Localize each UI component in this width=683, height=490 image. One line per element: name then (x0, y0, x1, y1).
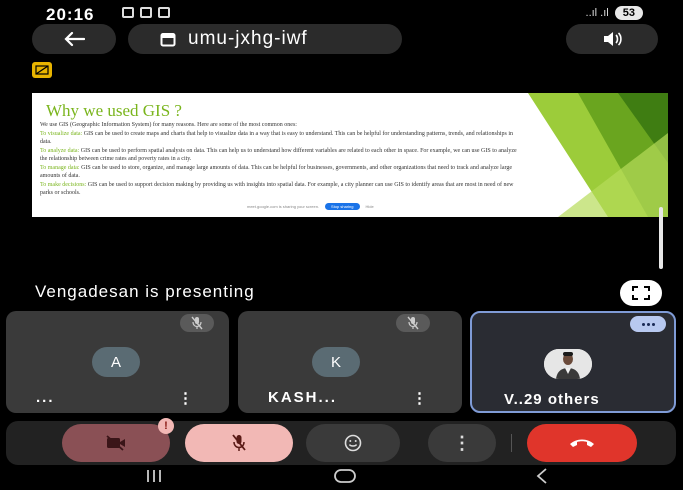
share-notice-text: meet.google.com is sharing your screen. (247, 204, 320, 209)
captions-off-icon (35, 65, 49, 75)
divider (511, 434, 512, 452)
more-participants-icon (630, 316, 666, 332)
notification-icons (122, 7, 170, 18)
call-end-icon (570, 439, 594, 447)
avatar: A (92, 347, 140, 377)
slide-point-text: GIS can be used to create maps and chart… (40, 130, 514, 146)
more-options-button[interactable]: ⋮ (428, 424, 496, 462)
mic-off-icon (407, 316, 419, 330)
calendar-icon (160, 33, 176, 47)
scroll-handle[interactable] (659, 207, 663, 269)
status-bar: 20:16 ..ıl .ıl 53 (0, 0, 683, 26)
more-vert-icon[interactable]: ⋮ (178, 389, 193, 407)
captions-icon[interactable] (32, 62, 52, 78)
back-nav-button[interactable] (534, 468, 550, 489)
battery-icon: 53 (614, 6, 643, 20)
alert-badge: ! (158, 418, 174, 434)
system-nav-bar (0, 466, 683, 490)
others-count: V..29 others (504, 391, 600, 408)
status-time: 20:16 (46, 5, 95, 24)
slide-point-text: GIS can be used to perform spatial analy… (40, 147, 517, 163)
leave-call-button[interactable] (527, 424, 637, 462)
slide-point-text: GIS can be used to store, organize, and … (40, 164, 513, 180)
screen-share-notice: meet.google.com is sharing your screen. … (247, 203, 374, 210)
slide-point-head: To manage data: (40, 164, 80, 171)
emoji-icon (344, 434, 362, 452)
camera-notification-icon (140, 7, 152, 18)
camera-off-icon (106, 435, 125, 451)
home-icon (334, 469, 356, 483)
fullscreen-button[interactable] (620, 280, 662, 306)
stop-sharing-button[interactable]: Stop sharing (325, 203, 360, 210)
home-button[interactable] (333, 468, 357, 489)
more-vert-icon: ⋮ (453, 432, 471, 453)
participant-tile[interactable]: K KASH... ⋮ (238, 311, 462, 413)
slide-body: We use GIS (Geographic Information Syste… (40, 121, 520, 198)
signal-icon: ..ıl .ıl (585, 7, 609, 19)
reactions-button[interactable] (306, 424, 400, 462)
media-notification-icon (158, 7, 170, 18)
participant-tile[interactable]: A ... ⋮ (6, 311, 229, 413)
participant-tile-others[interactable]: V..29 others (470, 311, 676, 413)
slide-point-text: GIS can be used to support decision maki… (40, 181, 514, 197)
audio-output-button[interactable] (566, 24, 658, 54)
muted-indicator (180, 314, 214, 332)
meeting-code: umu-jxhg-iwf (188, 28, 308, 49)
slide-point: To analyze data: GIS can be used to perf… (40, 147, 520, 164)
mic-toggle-button[interactable] (185, 424, 293, 462)
arrow-left-icon (64, 31, 85, 47)
participant-name: KASH... (268, 389, 338, 406)
back-button[interactable] (32, 24, 116, 54)
slide-point-head: To analyze data: (40, 147, 80, 154)
slide-point: To make decisions: GIS can be used to su… (40, 181, 520, 198)
recents-icon (147, 470, 161, 482)
speaker-icon (604, 32, 622, 46)
person-photo (544, 349, 592, 379)
chevron-left-icon (536, 468, 547, 484)
presenting-label: Vengadesan is presenting (35, 282, 255, 301)
slide-point-head: To make decisions: (40, 181, 87, 188)
participant-name: ... (36, 389, 55, 406)
slide-point-head: To visualize data: (40, 130, 83, 137)
call-controls: ! ⋮ (6, 418, 676, 465)
participant-video (544, 349, 592, 379)
shared-screen: Why we used GIS ? We use GIS (Geographic… (32, 93, 668, 217)
slide-point: To visualize data: GIS can be used to cr… (40, 130, 520, 147)
camera-toggle-button[interactable]: ! (62, 418, 174, 462)
hide-button[interactable]: Hide (366, 204, 374, 209)
mic-off-icon (191, 316, 203, 330)
meeting-info-button[interactable]: umu-jxhg-iwf (128, 24, 402, 54)
recent-apps-button[interactable] (144, 468, 164, 489)
slide-title: Why we used GIS ? (46, 101, 182, 120)
slide-point: To manage data: GIS can be used to store… (40, 164, 520, 181)
fullscreen-icon (632, 286, 650, 300)
more-vert-icon[interactable]: ⋮ (412, 389, 427, 407)
screen-record-icon (122, 7, 134, 18)
muted-indicator (396, 314, 430, 332)
status-right: ..ıl .ıl 53 (586, 6, 643, 20)
avatar: K (312, 347, 360, 377)
meeting-top-bar: umu-jxhg-iwf (0, 24, 683, 56)
mic-off-icon (232, 434, 246, 451)
slide-intro: We use GIS (Geographic Information Syste… (40, 122, 297, 128)
